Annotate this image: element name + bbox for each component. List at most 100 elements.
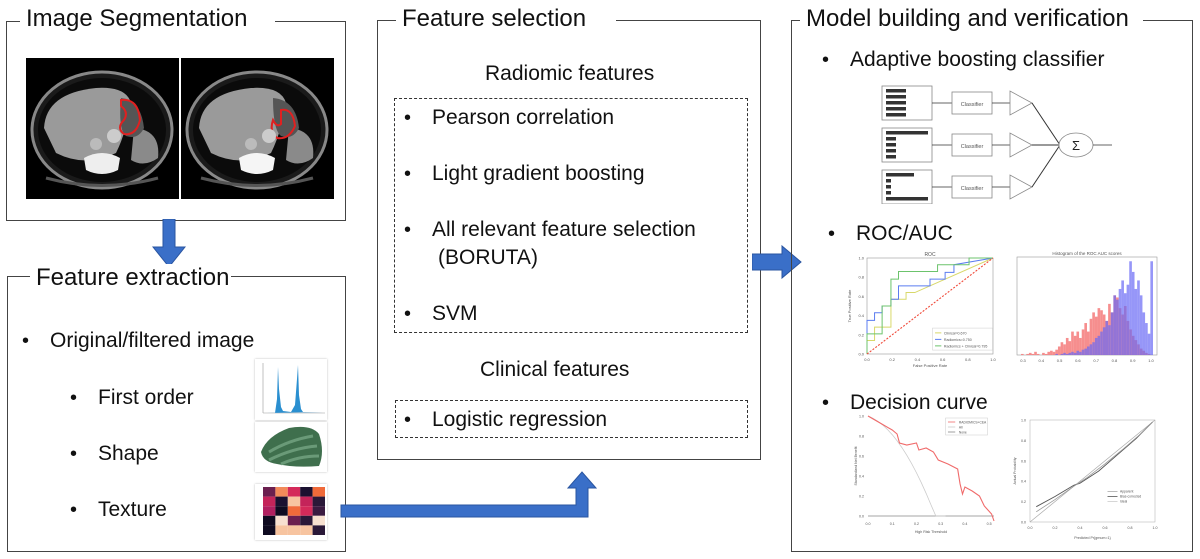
hist-bar-radiomics xyxy=(1060,353,1064,355)
radiomic-features-heading: Radiomic features xyxy=(485,62,655,85)
weight-triangle xyxy=(1009,90,1033,116)
classifier-label: Classifier xyxy=(961,102,984,108)
bullet-icon: • xyxy=(828,223,836,245)
roc-ytick: 0.2 xyxy=(858,332,864,337)
subitem-label: First order xyxy=(98,386,194,409)
roc-ytick: 0.8 xyxy=(858,275,864,280)
ct-scan-left-svg xyxy=(30,70,174,190)
hist-xtick: 0.7 xyxy=(1093,358,1099,363)
decision-curve-chart: Standardized Net Benefit 0.0 0.2 0.4 0.6 0.8 1… xyxy=(854,415,995,534)
heatmap-cell xyxy=(312,506,325,516)
shape-thumbnail-svg xyxy=(261,426,322,467)
heatmap-cell xyxy=(300,515,313,526)
extraction-subitem-shape: • Shape xyxy=(70,441,159,467)
down-arrow xyxy=(152,219,186,268)
clinical-item-logistic: • Logistic regression xyxy=(404,407,607,433)
dca-xtick: 0.2 xyxy=(914,522,919,526)
hist-bar-clinical xyxy=(1065,337,1069,355)
hist-bar-radiomics xyxy=(1113,295,1117,355)
method-label: All relevant feature selection xyxy=(432,218,696,241)
heatmap-cell xyxy=(312,496,325,507)
hist-title: Histogram of the ROC AUC scores xyxy=(1052,251,1122,256)
bullet-icon: • xyxy=(404,303,412,325)
dca-ytick: 0.0 xyxy=(859,515,864,519)
sample-bar xyxy=(886,95,906,99)
hist-bar-clinical xyxy=(1044,353,1048,355)
cal-ytick: 0.0 xyxy=(1021,521,1026,525)
model-item-label: Adaptive boosting classifier xyxy=(850,48,1105,71)
hist-bar-clinical xyxy=(1057,346,1061,355)
hist-bar-radiomics xyxy=(1126,284,1130,355)
bullet-icon: • xyxy=(70,387,78,409)
dca-ylabel: Standardized Net Benefit xyxy=(854,447,858,486)
cal-xtick: 0.2 xyxy=(1053,526,1058,530)
hist-bar-radiomics xyxy=(1129,261,1132,355)
hist-bar-radiomics xyxy=(1147,333,1151,355)
hist-bar-radiomics xyxy=(1094,337,1098,355)
hist-bar-clinical xyxy=(1060,342,1064,355)
bullet-icon: • xyxy=(22,330,30,352)
roc-xtick: 0.6 xyxy=(940,357,946,362)
roc-xtick: 0.4 xyxy=(915,357,921,362)
feature-extraction-title: Feature extraction xyxy=(30,264,232,292)
heatmap-cell xyxy=(275,487,288,497)
bullet-icon: • xyxy=(404,107,412,129)
histogram-thumbnail xyxy=(255,359,327,420)
hist-bar-radiomics xyxy=(1068,352,1072,355)
model-item-adaboost: • Adaptive boosting classifier xyxy=(822,47,1104,73)
heatmap-cell xyxy=(287,487,301,497)
dca-ytick: 0.8 xyxy=(859,435,864,439)
method-label: SVM xyxy=(432,302,478,325)
dca-xlabel: High Risk Threshold xyxy=(915,530,947,534)
hist-bar-radiomics xyxy=(1081,349,1085,355)
heatmap-cell xyxy=(263,487,276,497)
to-sum-line xyxy=(1031,102,1061,146)
dca-xtick: 0.1 xyxy=(890,522,895,526)
hist-xtick: 0.6 xyxy=(1075,358,1081,363)
bullet-icon: • xyxy=(404,163,412,185)
sample-bar xyxy=(886,137,896,141)
hist-bar-radiomics xyxy=(1097,335,1101,355)
heatmap-cell xyxy=(312,515,325,526)
hist-bar-radiomics xyxy=(1142,312,1146,355)
sample-bar xyxy=(886,149,896,153)
sample-bar xyxy=(886,197,928,201)
calibration-chart: Actual Probability 0.00.0 0.2 0.2 0.4 0.4 0.6 0… xyxy=(1013,419,1158,541)
hist-bar-clinical xyxy=(1036,353,1040,355)
hist-bar-radiomics xyxy=(1139,295,1143,355)
hist-xtick: 0.4 xyxy=(1039,358,1045,363)
hist-bar-clinical xyxy=(1042,352,1045,355)
hist-bar-clinical xyxy=(1050,350,1053,355)
ct-scan-right-svg xyxy=(185,70,329,190)
model-item-roc-auc: • ROC/AUC xyxy=(828,221,953,247)
bullet-icon: • xyxy=(822,392,830,414)
heatmap-cell xyxy=(300,496,313,507)
roc-ytick: 1.0 xyxy=(858,256,864,261)
sample-bar xyxy=(886,101,906,105)
hist-bar-radiomics xyxy=(1121,280,1124,355)
classifier-label: Classifier xyxy=(961,186,984,192)
heatmap-cell xyxy=(263,525,276,535)
weight-triangle xyxy=(1009,174,1033,200)
roc-legend-label: Radiomics + Clinical=0.795 xyxy=(944,344,988,348)
hist-bar-radiomics xyxy=(1063,352,1066,355)
dca-xtick: 0.5 xyxy=(987,522,992,526)
hist-bar-radiomics xyxy=(1102,327,1106,355)
hist-bar-clinical xyxy=(1031,353,1035,355)
heatmap-cell xyxy=(312,525,325,535)
cal-ytick: 0.6 xyxy=(1021,459,1026,463)
cal-xtick: 0.8 xyxy=(1128,526,1133,530)
subitem-label: Shape xyxy=(98,442,159,465)
cal-legend-label: Bias-corrected xyxy=(1120,495,1141,499)
heatmap-cell xyxy=(275,496,288,507)
hist-bar-clinical xyxy=(1034,351,1037,355)
hist-bar-radiomics xyxy=(1087,346,1090,355)
bullet-icon: • xyxy=(404,409,412,431)
cal-legend-label: Apparent xyxy=(1120,490,1133,494)
heatmap-cell xyxy=(275,506,288,516)
dca-xtick: 0.0 xyxy=(866,522,871,526)
image-segmentation-title: Image Segmentation xyxy=(20,5,276,33)
cal-ylabel: Actual Probability xyxy=(1013,457,1017,484)
extraction-item-label: Original/filtered image xyxy=(50,329,255,352)
roc-chart: ROC 0.00.0 0.2 0.2 0.4 0.4 0.6 0.6 0.8 0.8 1.0 1.0 F… xyxy=(847,252,997,368)
